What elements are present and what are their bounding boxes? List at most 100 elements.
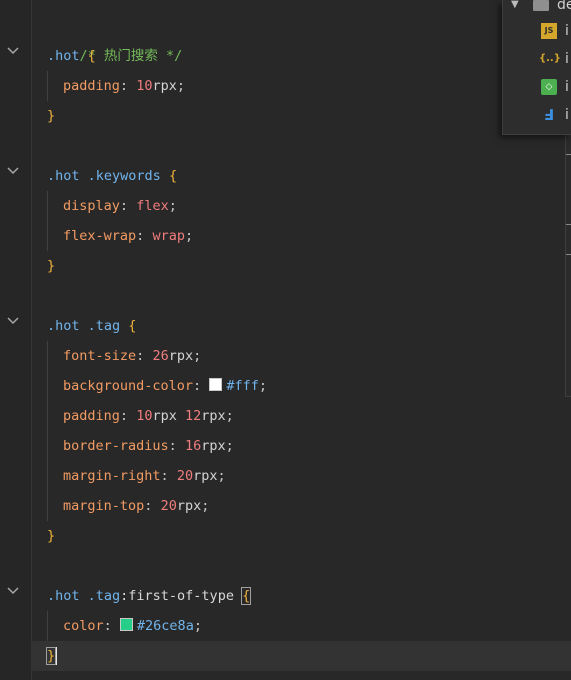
semicolon: ; xyxy=(176,78,185,94)
code-line: .hot .keywords { xyxy=(31,161,571,191)
file-name: i xyxy=(565,79,569,95)
code-line: background-color: #fff; xyxy=(31,371,571,401)
colon: : xyxy=(160,468,169,484)
close-brace: } xyxy=(47,108,56,124)
css-number: 12 xyxy=(184,408,202,424)
colon: : xyxy=(136,348,145,364)
panel-mark xyxy=(566,154,571,155)
close-brace: } xyxy=(47,528,56,544)
file-tree: ▼ de JS i {..} i ◇ i Ⅎ i xyxy=(502,0,571,135)
tree-file-row[interactable]: JS i xyxy=(503,17,571,45)
css-number: 26 xyxy=(152,348,169,364)
code-line: flex-wrap: wrap; xyxy=(31,221,571,251)
side-panel xyxy=(565,134,571,397)
css-property: font-size xyxy=(63,348,137,364)
css-property: display xyxy=(63,198,120,214)
code-line: color: #26ce8a; xyxy=(31,611,571,641)
colon: : xyxy=(103,618,112,634)
colon: : xyxy=(119,198,129,214)
file-name: i xyxy=(565,23,569,39)
tree-file-row[interactable]: ◇ i xyxy=(503,73,571,101)
tree-file-row[interactable]: {..} i xyxy=(503,45,571,73)
colon: : xyxy=(193,378,202,394)
fold-chevron-icon[interactable] xyxy=(6,44,20,58)
css-property: margin-right xyxy=(63,468,161,484)
open-brace: { xyxy=(168,168,178,184)
semicolon: ; xyxy=(193,618,202,634)
open-brace: { xyxy=(128,318,137,334)
fold-chevron-icon[interactable] xyxy=(6,314,20,328)
file-name: i xyxy=(565,107,569,123)
css-unit: rpx xyxy=(152,408,177,424)
semicolon: ; xyxy=(225,438,234,454)
code-line: padding: 10rpx; xyxy=(31,71,571,101)
code-line: .hot .tag { xyxy=(31,311,571,341)
code-line: margin-top: 20rpx; xyxy=(31,491,571,521)
css-unit: rpx xyxy=(201,408,226,424)
css-property: background-color xyxy=(63,378,194,394)
code-line: .hot { xyxy=(31,41,571,71)
css-unit: rpx xyxy=(168,348,194,364)
close-brace: } xyxy=(47,258,56,274)
colon: : xyxy=(119,408,129,424)
css-property: flex-wrap xyxy=(63,228,137,244)
colon: : xyxy=(119,78,129,94)
semicolon: ; xyxy=(258,378,267,394)
panel-mark xyxy=(566,254,571,255)
code-line: } xyxy=(31,521,571,551)
css-number: 16 xyxy=(184,438,202,454)
code-line: margin-right: 20rpx; xyxy=(31,461,571,491)
fold-chevron-icon[interactable] xyxy=(6,164,20,178)
semicolon: ; xyxy=(225,408,234,424)
colon: : xyxy=(136,228,145,244)
panel-mark xyxy=(566,224,571,225)
editor-gutter xyxy=(0,0,32,680)
code-line: } xyxy=(31,251,571,281)
css-hex-color: #fff xyxy=(226,378,259,394)
css-number: 20 xyxy=(176,468,194,484)
css-unit: rpx xyxy=(176,498,202,514)
color-swatch-green[interactable] xyxy=(119,618,133,631)
color-swatch-white[interactable] xyxy=(209,378,223,391)
css-property: border-radius xyxy=(63,438,169,454)
css-file-icon: Ⅎ xyxy=(543,106,555,124)
code-line: .hot .tag:first-of-type { xyxy=(31,581,571,611)
text-cursor xyxy=(56,647,57,665)
fold-chevron-icon[interactable] xyxy=(6,584,20,598)
semicolon: ; xyxy=(193,348,202,364)
css-unit: rpx xyxy=(201,438,226,454)
code-line: padding: 10rpx 12rpx; xyxy=(31,401,571,431)
file-name: i xyxy=(565,51,569,67)
tree-file-row[interactable]: Ⅎ i xyxy=(503,101,571,129)
css-property: margin-top xyxy=(63,498,145,514)
semicolon: ; xyxy=(168,198,177,214)
folder-icon xyxy=(533,0,549,11)
open-brace: { xyxy=(87,48,96,64)
code-line: font-size: 26rpx; xyxy=(31,341,571,371)
js-file-icon: JS xyxy=(541,23,557,39)
css-property: padding xyxy=(63,408,120,424)
css-selector: .hot .keywords xyxy=(47,168,161,184)
css-number: 20 xyxy=(160,498,177,514)
css-unit: rpx xyxy=(152,78,177,94)
css-property: padding xyxy=(63,78,120,94)
colon: : xyxy=(168,438,177,454)
html-file-icon: ◇ xyxy=(541,79,557,95)
css-value: wrap xyxy=(152,228,185,244)
css-pseudo-class: :first-of-type xyxy=(120,588,234,604)
close-brace-matched: } xyxy=(45,647,57,665)
css-number: 10 xyxy=(136,408,153,424)
semicolon: ; xyxy=(217,468,226,484)
css-selector: .hot xyxy=(47,48,80,64)
code-editor[interactable]: /* 热门搜索 */ .hot { padding: 10rpx; } .hot… xyxy=(31,0,571,680)
css-number: 10 xyxy=(136,78,153,94)
code-line: display: flex; xyxy=(31,191,571,221)
css-unit: rpx xyxy=(193,468,218,484)
css-value: flex xyxy=(136,198,169,214)
code-line: /* 热门搜索 */ xyxy=(31,11,571,64)
code-line-current: } xyxy=(31,641,571,671)
css-selector: .hot .tag xyxy=(47,588,121,604)
css-selector: .hot .tag xyxy=(47,318,121,334)
css-property: color xyxy=(63,618,104,634)
code-line: border-radius: 16rpx; xyxy=(31,431,571,461)
